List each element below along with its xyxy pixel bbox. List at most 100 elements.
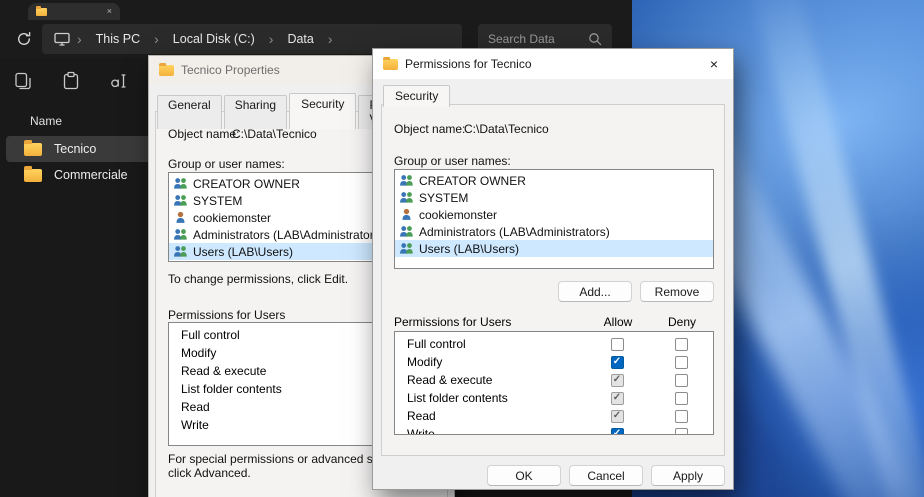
refresh-icon xyxy=(16,31,32,47)
permission-name: Read xyxy=(395,409,585,423)
rename-icon xyxy=(109,71,129,91)
allow-checkbox[interactable] xyxy=(611,374,624,387)
refresh-button[interactable] xyxy=(10,25,38,53)
cancel-button[interactable]: Cancel xyxy=(569,465,643,486)
remove-button[interactable]: Remove xyxy=(640,281,714,302)
allow-checkbox[interactable] xyxy=(611,392,624,405)
deny-column-header: Deny xyxy=(650,315,714,329)
group-name: Users (LAB\Users) xyxy=(419,242,519,256)
user-group-icon xyxy=(399,191,414,204)
tab[interactable]: Sharing xyxy=(224,95,287,129)
user-group-icon xyxy=(399,208,414,221)
dialog-buttons: OK Cancel Apply xyxy=(487,465,725,486)
folder-icon xyxy=(24,143,42,156)
search-icon xyxy=(588,32,602,46)
groups-label: Group or user names: xyxy=(394,154,511,168)
user-group-icon xyxy=(173,211,188,224)
dialog-title: Tecnico Properties xyxy=(181,63,280,77)
folder-icon xyxy=(383,59,398,70)
advanced-hint-line1: For special permissions or advanced sett… xyxy=(168,452,402,466)
user-group-icon xyxy=(173,194,188,207)
allow-column-header: Allow xyxy=(586,315,650,329)
deny-checkbox[interactable] xyxy=(675,410,688,423)
permissions-dialog: Permissions for Tecnico Security Object … xyxy=(372,48,734,490)
permissions-label: Permissions for Users xyxy=(168,308,285,322)
permissions-table: Full control Modify Read & execute xyxy=(394,331,714,435)
group-list-item[interactable]: CREATOR OWNER xyxy=(395,172,713,189)
tab[interactable]: General xyxy=(157,95,222,129)
breadcrumb-item[interactable]: This PC xyxy=(87,29,149,49)
file-name: Tecnico xyxy=(54,142,96,156)
object-name-label: Object name: xyxy=(394,122,465,136)
permissions-tabs: Security xyxy=(383,87,452,107)
group-list-item[interactable]: cookiemonster xyxy=(395,206,713,223)
user-group-icon xyxy=(399,242,414,255)
object-name-label: Object name: xyxy=(168,127,239,141)
explorer-tabstrip xyxy=(0,0,632,20)
permission-name: Full control xyxy=(395,337,585,351)
deny-checkbox[interactable] xyxy=(675,374,688,387)
tab-security[interactable]: Security xyxy=(383,85,450,107)
group-name: SYSTEM xyxy=(193,194,242,208)
permission-name: Modify xyxy=(395,355,585,369)
permission-name: Write xyxy=(395,427,585,435)
apply-button[interactable]: Apply xyxy=(651,465,725,486)
chevron-right-icon xyxy=(264,32,279,46)
chevron-right-icon xyxy=(323,32,338,46)
group-list-item[interactable]: Administrators (LAB\Administrators) xyxy=(395,223,713,240)
folder-icon xyxy=(24,169,42,182)
add-button[interactable]: Add... xyxy=(558,281,632,302)
permission-name: List folder contents xyxy=(395,391,585,405)
group-name: Administrators (LAB\Administrators) xyxy=(419,225,610,239)
group-name: CREATOR OWNER xyxy=(193,177,300,191)
close-tab-icon[interactable] xyxy=(107,7,112,16)
copy-icon xyxy=(13,71,33,91)
copy-button[interactable] xyxy=(12,70,34,92)
dialog-titlebar[interactable]: Permissions for Tecnico xyxy=(373,49,733,79)
group-list: CREATOR OWNER SYSTEM xyxy=(394,169,714,269)
close-icon[interactable] xyxy=(695,49,733,79)
user-group-icon xyxy=(399,174,414,187)
group-list-item[interactable]: SYSTEM xyxy=(395,189,713,206)
permissions-header: Permissions for Users Allow Deny xyxy=(394,315,714,329)
tab[interactable]: Security xyxy=(289,93,356,129)
groups-label: Group or user names: xyxy=(168,157,285,171)
group-name: cookiemonster xyxy=(193,211,271,225)
paste-button[interactable] xyxy=(60,70,82,92)
permission-row: List folder contents xyxy=(395,389,713,407)
breadcrumb-item[interactable]: Data xyxy=(278,29,322,49)
folder-icon xyxy=(159,65,174,76)
group-name: SYSTEM xyxy=(419,191,468,205)
allow-checkbox[interactable] xyxy=(611,338,624,351)
group-list-item[interactable]: Users (LAB\Users) xyxy=(395,240,713,257)
deny-checkbox[interactable] xyxy=(675,428,688,436)
deny-checkbox[interactable] xyxy=(675,392,688,405)
security-tab-page: Object name: C:\Data\Tecnico Group or us… xyxy=(381,104,725,456)
user-group-icon xyxy=(173,177,188,190)
search-input[interactable] xyxy=(488,32,582,46)
rename-button[interactable] xyxy=(108,70,130,92)
allow-checkbox[interactable] xyxy=(611,410,624,423)
advanced-hint-line2: click Advanced. xyxy=(168,466,251,480)
permissions-label: Permissions for Users xyxy=(394,315,586,329)
folder-icon xyxy=(36,8,47,16)
file-name: Commerciale xyxy=(54,168,128,182)
allow-checkbox[interactable] xyxy=(611,356,624,369)
breadcrumb-item[interactable]: Local Disk (C:) xyxy=(164,29,264,49)
group-name: cookiemonster xyxy=(419,208,497,222)
user-group-icon xyxy=(173,228,188,241)
group-name: Administrators (LAB\Administrators) xyxy=(193,228,384,242)
explorer-tab[interactable] xyxy=(28,3,120,20)
deny-checkbox[interactable] xyxy=(675,338,688,351)
ok-button[interactable]: OK xyxy=(487,465,561,486)
edit-hint: To change permissions, click Edit. xyxy=(168,272,348,286)
paste-icon xyxy=(61,71,81,91)
deny-checkbox[interactable] xyxy=(675,356,688,369)
user-group-icon xyxy=(173,245,188,258)
group-name: CREATOR OWNER xyxy=(419,174,526,188)
permission-name: Read & execute xyxy=(395,373,585,387)
allow-checkbox[interactable] xyxy=(611,428,624,436)
permission-row: Write xyxy=(395,425,713,435)
permission-row: Read xyxy=(395,407,713,425)
dialog-title: Permissions for Tecnico xyxy=(405,57,532,71)
